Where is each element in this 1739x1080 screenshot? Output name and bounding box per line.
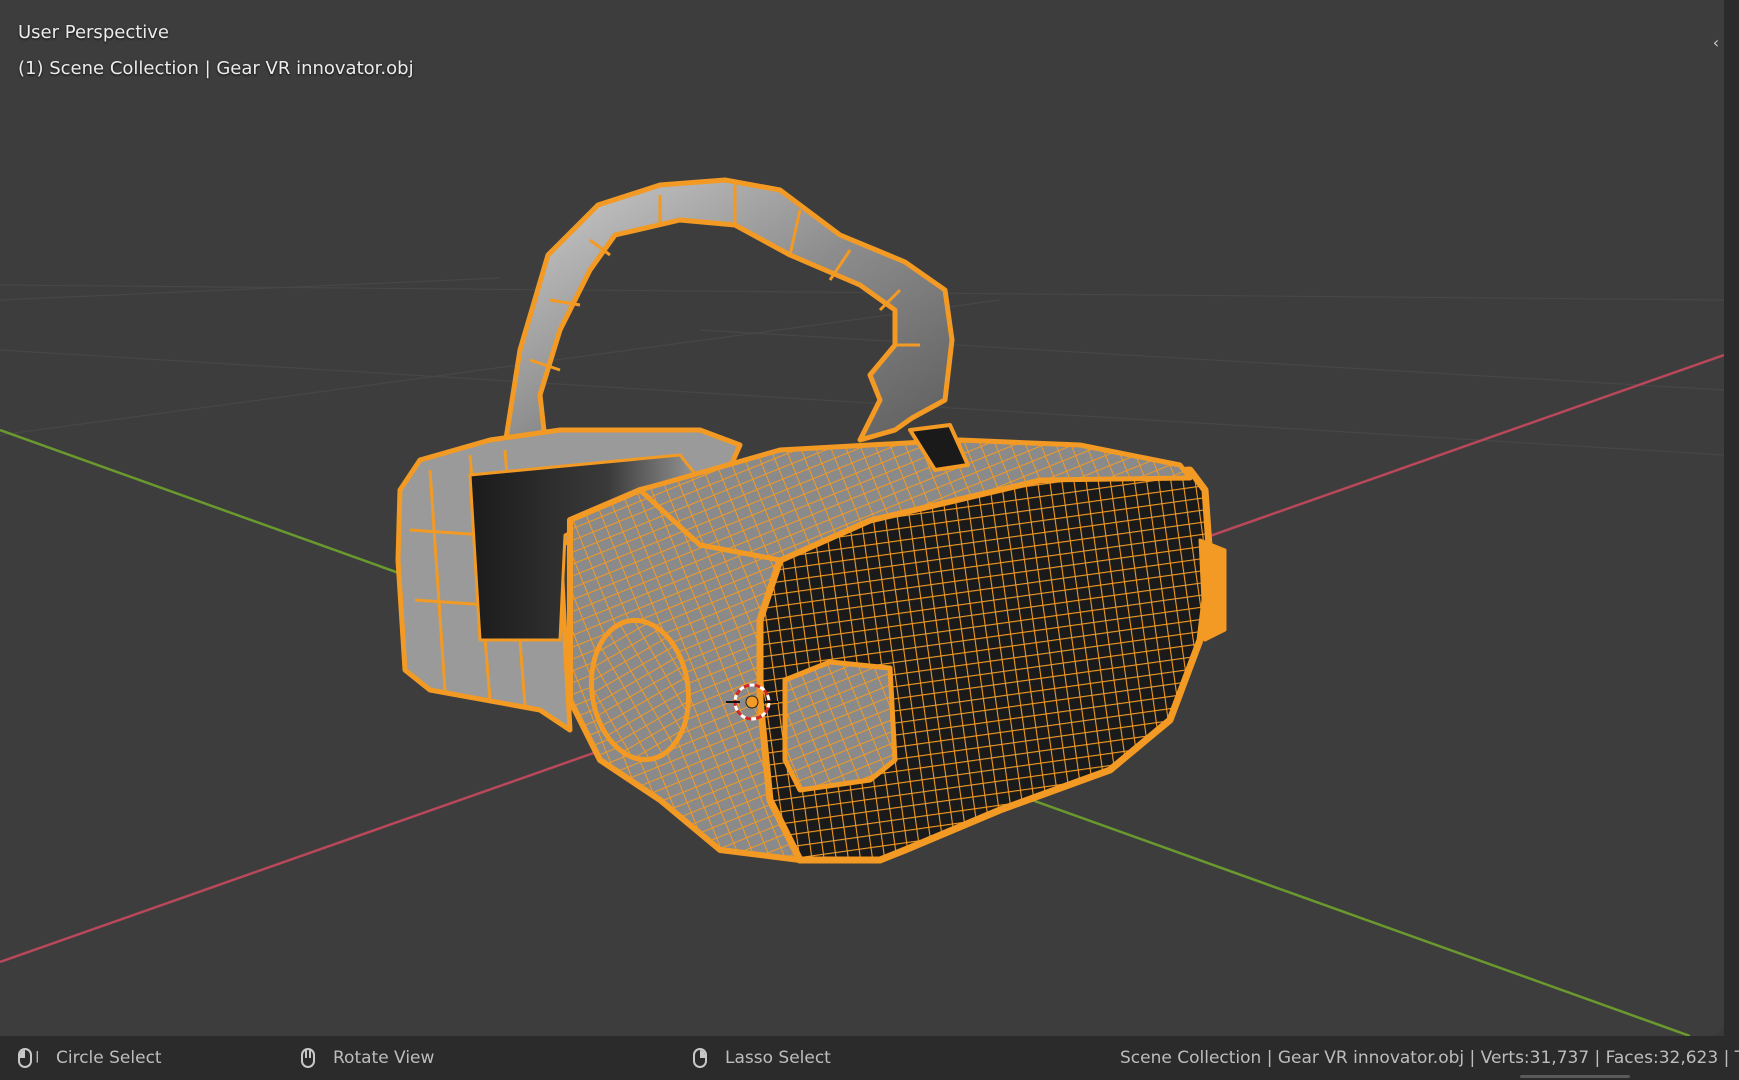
floor-grid	[0, 277, 1724, 456]
status-item-circle-select: ǀ Circle Select	[18, 1036, 162, 1080]
mouse-right-icon	[693, 1048, 707, 1068]
mouse-middle-icon	[301, 1048, 315, 1068]
status-label-rotate-view: Rotate View	[333, 1048, 435, 1068]
view-mode-label: User Perspective	[18, 22, 169, 43]
collection-object-label: (1) Scene Collection | Gear VR innovator…	[18, 58, 414, 79]
object-origin-dot	[745, 695, 759, 709]
status-item-lasso-select: Lasso Select	[693, 1036, 831, 1080]
headset-model	[395, 177, 1227, 864]
viewport-border	[1724, 0, 1739, 1036]
status-item-rotate-view: Rotate View	[301, 1036, 434, 1080]
top-strap	[502, 177, 955, 448]
chevron-left-icon: ‹	[1712, 33, 1720, 52]
mouse-left-icon: ǀ	[18, 1048, 39, 1068]
side-button	[782, 659, 898, 793]
statusbar-scrollbar[interactable]	[1520, 1075, 1630, 1078]
status-bar: ǀ Circle Select Rotate View Lasso Select…	[0, 1036, 1739, 1080]
3d-viewport[interactable]: User Perspective (1) Scene Collection | …	[0, 0, 1724, 1036]
status-label-circle-select: Circle Select	[56, 1048, 162, 1068]
sidebar-toggle-button[interactable]: ‹	[1708, 30, 1724, 56]
scene-statistics: Scene Collection | Gear VR innovator.obj…	[1120, 1048, 1739, 1068]
viewport-canvas[interactable]	[0, 0, 1724, 1036]
status-label-lasso-select: Lasso Select	[725, 1048, 831, 1068]
